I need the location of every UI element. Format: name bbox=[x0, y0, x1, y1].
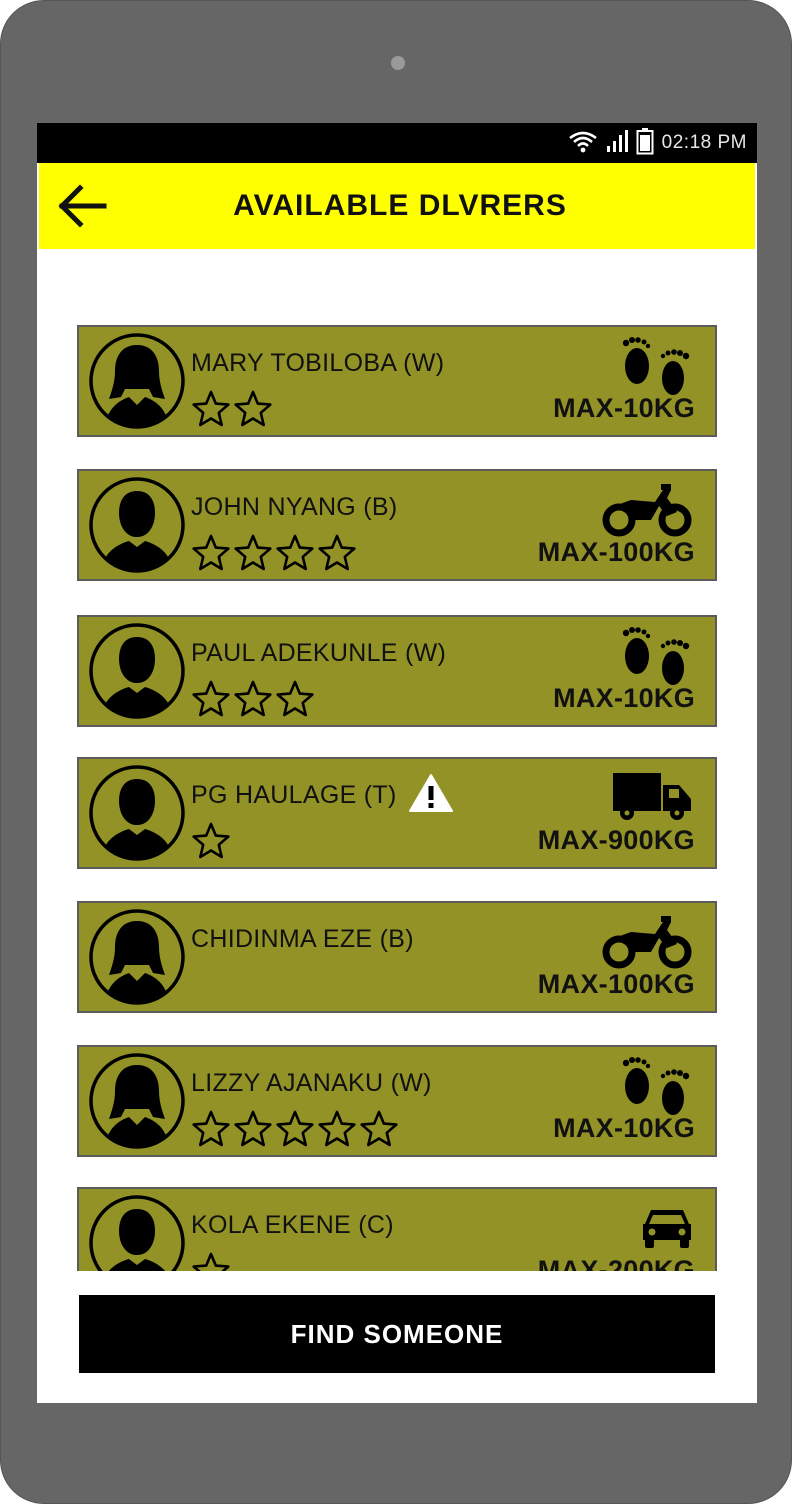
deliverer-card[interactable]: KOLA EKENE (C) MAX-200KG bbox=[77, 1187, 717, 1271]
star-icon bbox=[317, 533, 357, 573]
star-rating bbox=[191, 533, 357, 573]
star-rating bbox=[191, 679, 315, 719]
max-capacity: MAX-100KG bbox=[537, 969, 695, 999]
camera-dot bbox=[391, 56, 405, 70]
deliverer-card[interactable]: MARY TOBILOBA (W) MAX-10KG bbox=[77, 325, 717, 437]
app-header: AVAILABLE DLVRERS bbox=[39, 163, 755, 249]
signal-icon bbox=[606, 129, 628, 158]
male-avatar-icon bbox=[87, 763, 187, 863]
star-icon bbox=[191, 533, 231, 573]
star-icon bbox=[191, 679, 231, 719]
deliverer-name: KOLA EKENE (C) bbox=[191, 1211, 394, 1239]
car-icon bbox=[641, 1195, 693, 1261]
deliverer-card[interactable]: LIZZY AJANAKU (W) MAX-10KG bbox=[77, 1045, 717, 1157]
find-someone-button[interactable]: FIND SOMEONE bbox=[79, 1295, 715, 1373]
star-rating bbox=[191, 821, 231, 861]
max-capacity: MAX-100KG bbox=[537, 537, 695, 567]
star-icon bbox=[317, 1109, 357, 1149]
deliverer-name: MARY TOBILOBA (W) bbox=[191, 349, 445, 377]
star-icon bbox=[191, 821, 231, 861]
footprints-icon bbox=[617, 623, 693, 689]
deliverer-list[interactable]: MARY TOBILOBA (W) MAX-10KG JOHN NYANG (B) M… bbox=[37, 249, 757, 1271]
deliverer-card[interactable]: CHIDINMA EZE (B) MAX-100KG bbox=[77, 901, 717, 1013]
deliverer-card[interactable]: PAUL ADEKUNLE (W) MAX-10KG bbox=[77, 615, 717, 727]
star-icon bbox=[191, 389, 231, 429]
male-avatar-icon bbox=[87, 621, 187, 721]
deliverer-card[interactable]: JOHN NYANG (B) MAX-100KG bbox=[77, 469, 717, 581]
warning-icon bbox=[409, 773, 453, 813]
star-icon bbox=[359, 1109, 399, 1149]
star-icon bbox=[233, 389, 273, 429]
star-icon bbox=[233, 679, 273, 719]
footprints-icon bbox=[617, 333, 693, 399]
footprints-icon bbox=[617, 1053, 693, 1119]
status-time: 02:18 PM bbox=[661, 132, 747, 153]
female-avatar-icon bbox=[87, 907, 187, 1007]
male-avatar-icon bbox=[87, 1193, 187, 1271]
max-capacity: MAX-10KG bbox=[553, 393, 695, 423]
deliverer-name: PAUL ADEKUNLE (W) bbox=[191, 639, 447, 667]
star-rating bbox=[191, 1251, 231, 1271]
deliverer-name: PG HAULAGE (T) bbox=[191, 781, 397, 809]
motorcycle-icon bbox=[601, 909, 693, 975]
star-icon bbox=[191, 1251, 231, 1271]
max-capacity: MAX-10KG bbox=[553, 683, 695, 713]
deliverer-card[interactable]: PG HAULAGE (T) MAX-900KG bbox=[77, 757, 717, 869]
max-capacity: MAX-10KG bbox=[553, 1113, 695, 1143]
max-capacity: MAX-900KG bbox=[537, 825, 695, 855]
page-title: AVAILABLE DLVRERS bbox=[233, 189, 567, 222]
star-icon bbox=[233, 1109, 273, 1149]
star-rating bbox=[191, 1109, 399, 1149]
star-icon bbox=[233, 533, 273, 573]
deliverer-name: JOHN NYANG (B) bbox=[191, 493, 398, 521]
star-icon bbox=[275, 679, 315, 719]
star-icon bbox=[191, 1109, 231, 1149]
motorcycle-icon bbox=[601, 477, 693, 543]
deliverer-name: LIZZY AJANAKU (W) bbox=[191, 1069, 432, 1097]
deliverer-name: CHIDINMA EZE (B) bbox=[191, 925, 414, 953]
female-avatar-icon bbox=[87, 1051, 187, 1151]
max-capacity: MAX-200KG bbox=[537, 1255, 695, 1271]
tablet-frame: 02:18 PM AVAILABLE DLVRERS MARY TOBILOBA… bbox=[0, 0, 792, 1504]
star-rating bbox=[191, 389, 273, 429]
wifi-icon bbox=[568, 129, 598, 158]
star-icon bbox=[275, 1109, 315, 1149]
battery-icon bbox=[636, 127, 654, 160]
truck-icon bbox=[613, 765, 693, 831]
star-icon bbox=[275, 533, 315, 573]
app-screen: 02:18 PM AVAILABLE DLVRERS MARY TOBILOBA… bbox=[37, 123, 757, 1403]
female-avatar-icon bbox=[87, 331, 187, 431]
status-bar: 02:18 PM bbox=[37, 123, 757, 163]
male-avatar-icon bbox=[87, 475, 187, 575]
